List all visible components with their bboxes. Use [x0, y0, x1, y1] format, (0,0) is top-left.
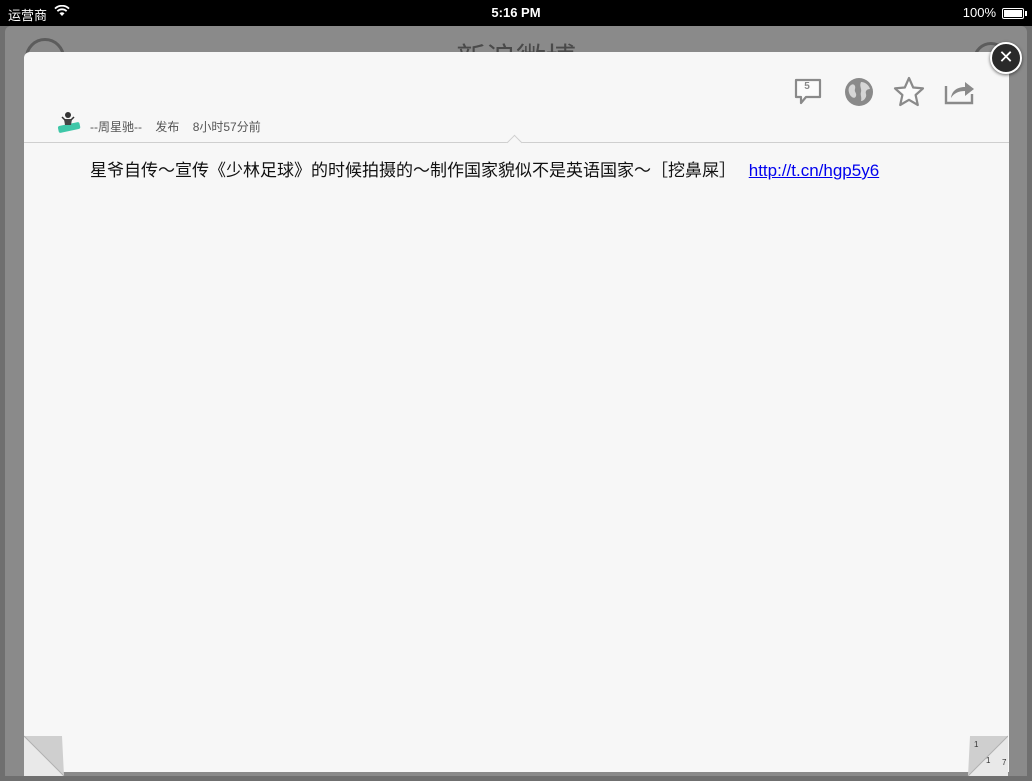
previous-page-curl[interactable] — [23, 730, 70, 777]
avatar[interactable] — [56, 111, 82, 135]
star-icon — [893, 76, 925, 107]
favorite-button[interactable] — [893, 76, 927, 110]
clock: 5:16 PM — [491, 5, 541, 20]
page-indicator: 1 — [974, 740, 979, 749]
open-in-browser-button[interactable] — [843, 76, 877, 110]
post-header: --周星驰-- 发布 8小时57分前 5 — [24, 52, 1009, 151]
post-time: 8小时57分前 — [192, 120, 261, 134]
action-toolbar: 5 — [793, 76, 979, 112]
post-body: 星爷自传～宣传《少林足球》的时候拍摄的～制作国家貌似不是英语国家～［挖鼻屎］ h… — [90, 158, 970, 184]
comment-count: 5 — [804, 81, 810, 92]
post-meta: --周星驰-- 发布 8小时57分前 — [90, 118, 271, 135]
share-icon — [944, 82, 974, 105]
divider-notch — [506, 134, 523, 151]
page-indicator-secondary: 1 — [986, 756, 991, 765]
page-curl-right-icon — [967, 735, 1009, 777]
battery-icon — [1002, 8, 1027, 19]
close-icon: ✕ — [998, 47, 1014, 67]
page-indicator-total: 7 — [1002, 758, 1007, 767]
post-action: 发布 — [155, 120, 180, 134]
status-bar: 运营商 5:16 PM 100% — [0, 0, 1032, 26]
post-text: 星爷自传～宣传《少林足球》的时候拍摄的～制作国家貌似不是英语国家～［挖鼻屎］ — [90, 161, 736, 180]
author-name[interactable]: --周星驰-- — [90, 120, 142, 134]
post-link[interactable]: http://t.cn/hgp5y6 — [749, 161, 879, 180]
page-curl-left-icon — [23, 735, 65, 777]
close-button[interactable]: ✕ — [990, 42, 1022, 74]
share-button[interactable] — [943, 76, 977, 110]
comment-button[interactable]: 5 — [793, 76, 827, 110]
next-page-curl[interactable]: 1 1 7 — [962, 730, 1009, 777]
battery-percent: 100% — [962, 5, 996, 20]
globe-icon — [845, 78, 873, 106]
post-detail-sheet: --周星驰-- 发布 8小时57分前 5 星爷自传～宣传《少林足球》的时候拍摄的… — [24, 52, 1009, 772]
